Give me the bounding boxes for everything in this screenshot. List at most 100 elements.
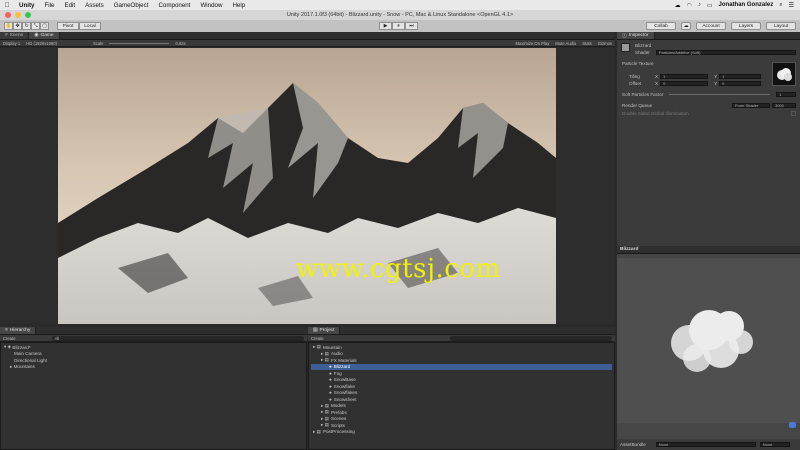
close-window-button[interactable]: [5, 12, 11, 18]
pause-button[interactable]: ⏸: [392, 22, 405, 30]
menu-item-assets[interactable]: Assets: [80, 2, 109, 9]
render-queue-value[interactable]: 3000: [772, 102, 796, 108]
step-button[interactable]: ⏭: [405, 22, 418, 30]
game-view[interactable]: www.cgtsj.com: [0, 48, 614, 324]
move-tool-button[interactable]: ✥: [13, 22, 22, 30]
tab-hierarchy-label: Hierarchy: [9, 328, 31, 333]
volume-icon[interactable]: ♪: [698, 2, 701, 8]
menu-item-unity[interactable]: Unity: [14, 2, 39, 9]
project-search-input[interactable]: [449, 335, 612, 341]
assetbundle-variant-dropdown[interactable]: None: [759, 442, 790, 447]
menu-item-window[interactable]: Window: [195, 2, 227, 9]
apple-icon[interactable]: : [0, 2, 14, 9]
search-icon[interactable]: ⌕: [779, 2, 782, 9]
hierarchy-search-input[interactable]: All: [51, 335, 304, 341]
material-name: Blizzard: [635, 42, 652, 48]
render-queue-dropdown[interactable]: From Shader: [732, 102, 770, 108]
collab-label: Collab: [654, 23, 668, 29]
assetbundle-dropdown[interactable]: None: [655, 442, 756, 447]
account-label: Account: [702, 23, 720, 29]
play-button[interactable]: ▶: [379, 22, 392, 30]
shader-dropdown[interactable]: Particles/Additive (Soft): [655, 49, 796, 55]
hand-tool-button[interactable]: ✋: [4, 22, 13, 30]
scene-tab-strip: # Scene ◉ Game: [0, 32, 615, 40]
hierarchy-tab-strip: ≡ Hierarchy: [0, 327, 307, 335]
collab-button[interactable]: Collab: [646, 22, 676, 30]
project-item-label: Snowflake: [333, 383, 355, 389]
rect-icon: ▢: [42, 23, 47, 29]
project-item-label: SnowBase: [333, 377, 356, 383]
cloud-icon: ☁: [683, 23, 689, 29]
project-item-label: Models: [330, 403, 346, 409]
menu-item-file[interactable]: File: [39, 2, 59, 9]
local-button[interactable]: Local: [79, 22, 101, 30]
hierarchy-item-label: Directional Light: [14, 357, 47, 363]
project-item-label: Audio: [330, 351, 343, 357]
soft-particles-row: Soft Particles Factor 1: [622, 91, 796, 97]
scale-slider[interactable]: [109, 42, 170, 44]
gizmos-dropdown[interactable]: Gizmos: [598, 41, 612, 46]
preview-settings-icon[interactable]: [789, 422, 796, 428]
resolution-dropdown[interactable]: HD (1920x1080): [26, 41, 57, 46]
maximize-on-play-toggle[interactable]: Maximize On Play: [516, 41, 550, 46]
battery-icon[interactable]: ▭: [707, 2, 713, 9]
material-icon: ●: [329, 370, 332, 376]
folder-icon: ▸ ▤: [321, 409, 329, 415]
soft-particles-slider[interactable]: [669, 93, 770, 95]
layout-button[interactable]: Layout: [766, 22, 796, 30]
minimize-window-button[interactable]: [15, 12, 21, 18]
hand-icon: ✋: [5, 23, 12, 29]
user-name[interactable]: Jonathan Gonzalez: [719, 2, 774, 8]
display-dropdown[interactable]: Display 1: [3, 41, 20, 46]
tab-project[interactable]: ▤ Project: [308, 327, 341, 334]
project-item-label: Scenes: [330, 416, 347, 422]
particle-texture-label: Particle Texture: [622, 60, 654, 66]
project-tab-strip: ▤ Project: [308, 327, 615, 335]
tiling-label: Tiling: [629, 73, 640, 79]
layers-button[interactable]: Layers: [731, 22, 761, 30]
tiling-x-field[interactable]: 1: [660, 73, 709, 79]
tab-hierarchy[interactable]: ≡ Hierarchy: [0, 327, 37, 334]
menu-item-help[interactable]: Help: [227, 2, 250, 9]
scale-tool-button[interactable]: ⤡: [31, 22, 40, 30]
offset-x-field[interactable]: 0: [660, 80, 709, 86]
material-icon: ●: [329, 383, 332, 389]
soft-particles-value[interactable]: 1: [776, 91, 796, 97]
account-button[interactable]: Account: [696, 22, 726, 30]
project-item-label: Fog: [333, 370, 342, 376]
hierarchy-item[interactable]: ▸ Mountains: [4, 364, 303, 371]
inspector-tab-strip: ⓘ Inspector: [617, 32, 800, 40]
hierarchy-create-button[interactable]: Create: [3, 336, 16, 341]
layers-label: Layers: [738, 23, 754, 29]
zoom-window-button[interactable]: [25, 12, 31, 18]
tab-scene[interactable]: # Scene: [0, 32, 30, 39]
double-sided-checkbox[interactable]: [791, 110, 796, 116]
menu-item-gameobject[interactable]: GameObject: [109, 2, 154, 9]
tiling-y-field[interactable]: 1: [719, 73, 762, 79]
assetbundle-label: AssetBundle: [620, 442, 646, 447]
tab-game[interactable]: ◉ Game: [29, 32, 60, 39]
mute-audio-toggle[interactable]: Mute Audio: [555, 41, 576, 46]
menu-list-icon[interactable]: ☰: [789, 2, 794, 9]
tab-inspector[interactable]: ⓘ Inspector: [617, 32, 655, 39]
cloud-icon[interactable]: ☁: [675, 2, 681, 9]
rect-tool-button[interactable]: ▢: [40, 22, 49, 30]
wifi-icon[interactable]: ◠: [687, 2, 692, 9]
pivot-button[interactable]: Pivot: [57, 22, 79, 30]
scene-icon: #: [5, 33, 8, 38]
stats-toggle[interactable]: Stats: [582, 41, 592, 46]
menu-item-edit[interactable]: Edit: [59, 2, 80, 9]
material-icon: ●: [329, 377, 332, 383]
preview-viewport[interactable]: [617, 258, 800, 423]
project-item[interactable]: ▸ ▤ PostProcessing: [311, 429, 612, 436]
menu-item-component[interactable]: Component: [153, 2, 195, 9]
cloud-button[interactable]: ☁: [681, 22, 691, 30]
project-create-button[interactable]: Create: [311, 336, 324, 341]
rotate-tool-button[interactable]: ↻: [22, 22, 31, 30]
project-item-label: Snowsheet: [333, 396, 357, 402]
pivot-label: Pivot: [62, 23, 74, 29]
window-title-bar: Unity 2017.1.0f3 (64bit) - Blizzard.unit…: [0, 10, 800, 20]
tab-scene-label: Scene: [9, 33, 24, 38]
offset-y-field[interactable]: 0: [719, 80, 762, 86]
folder-icon: ▸ ▤: [321, 350, 329, 356]
